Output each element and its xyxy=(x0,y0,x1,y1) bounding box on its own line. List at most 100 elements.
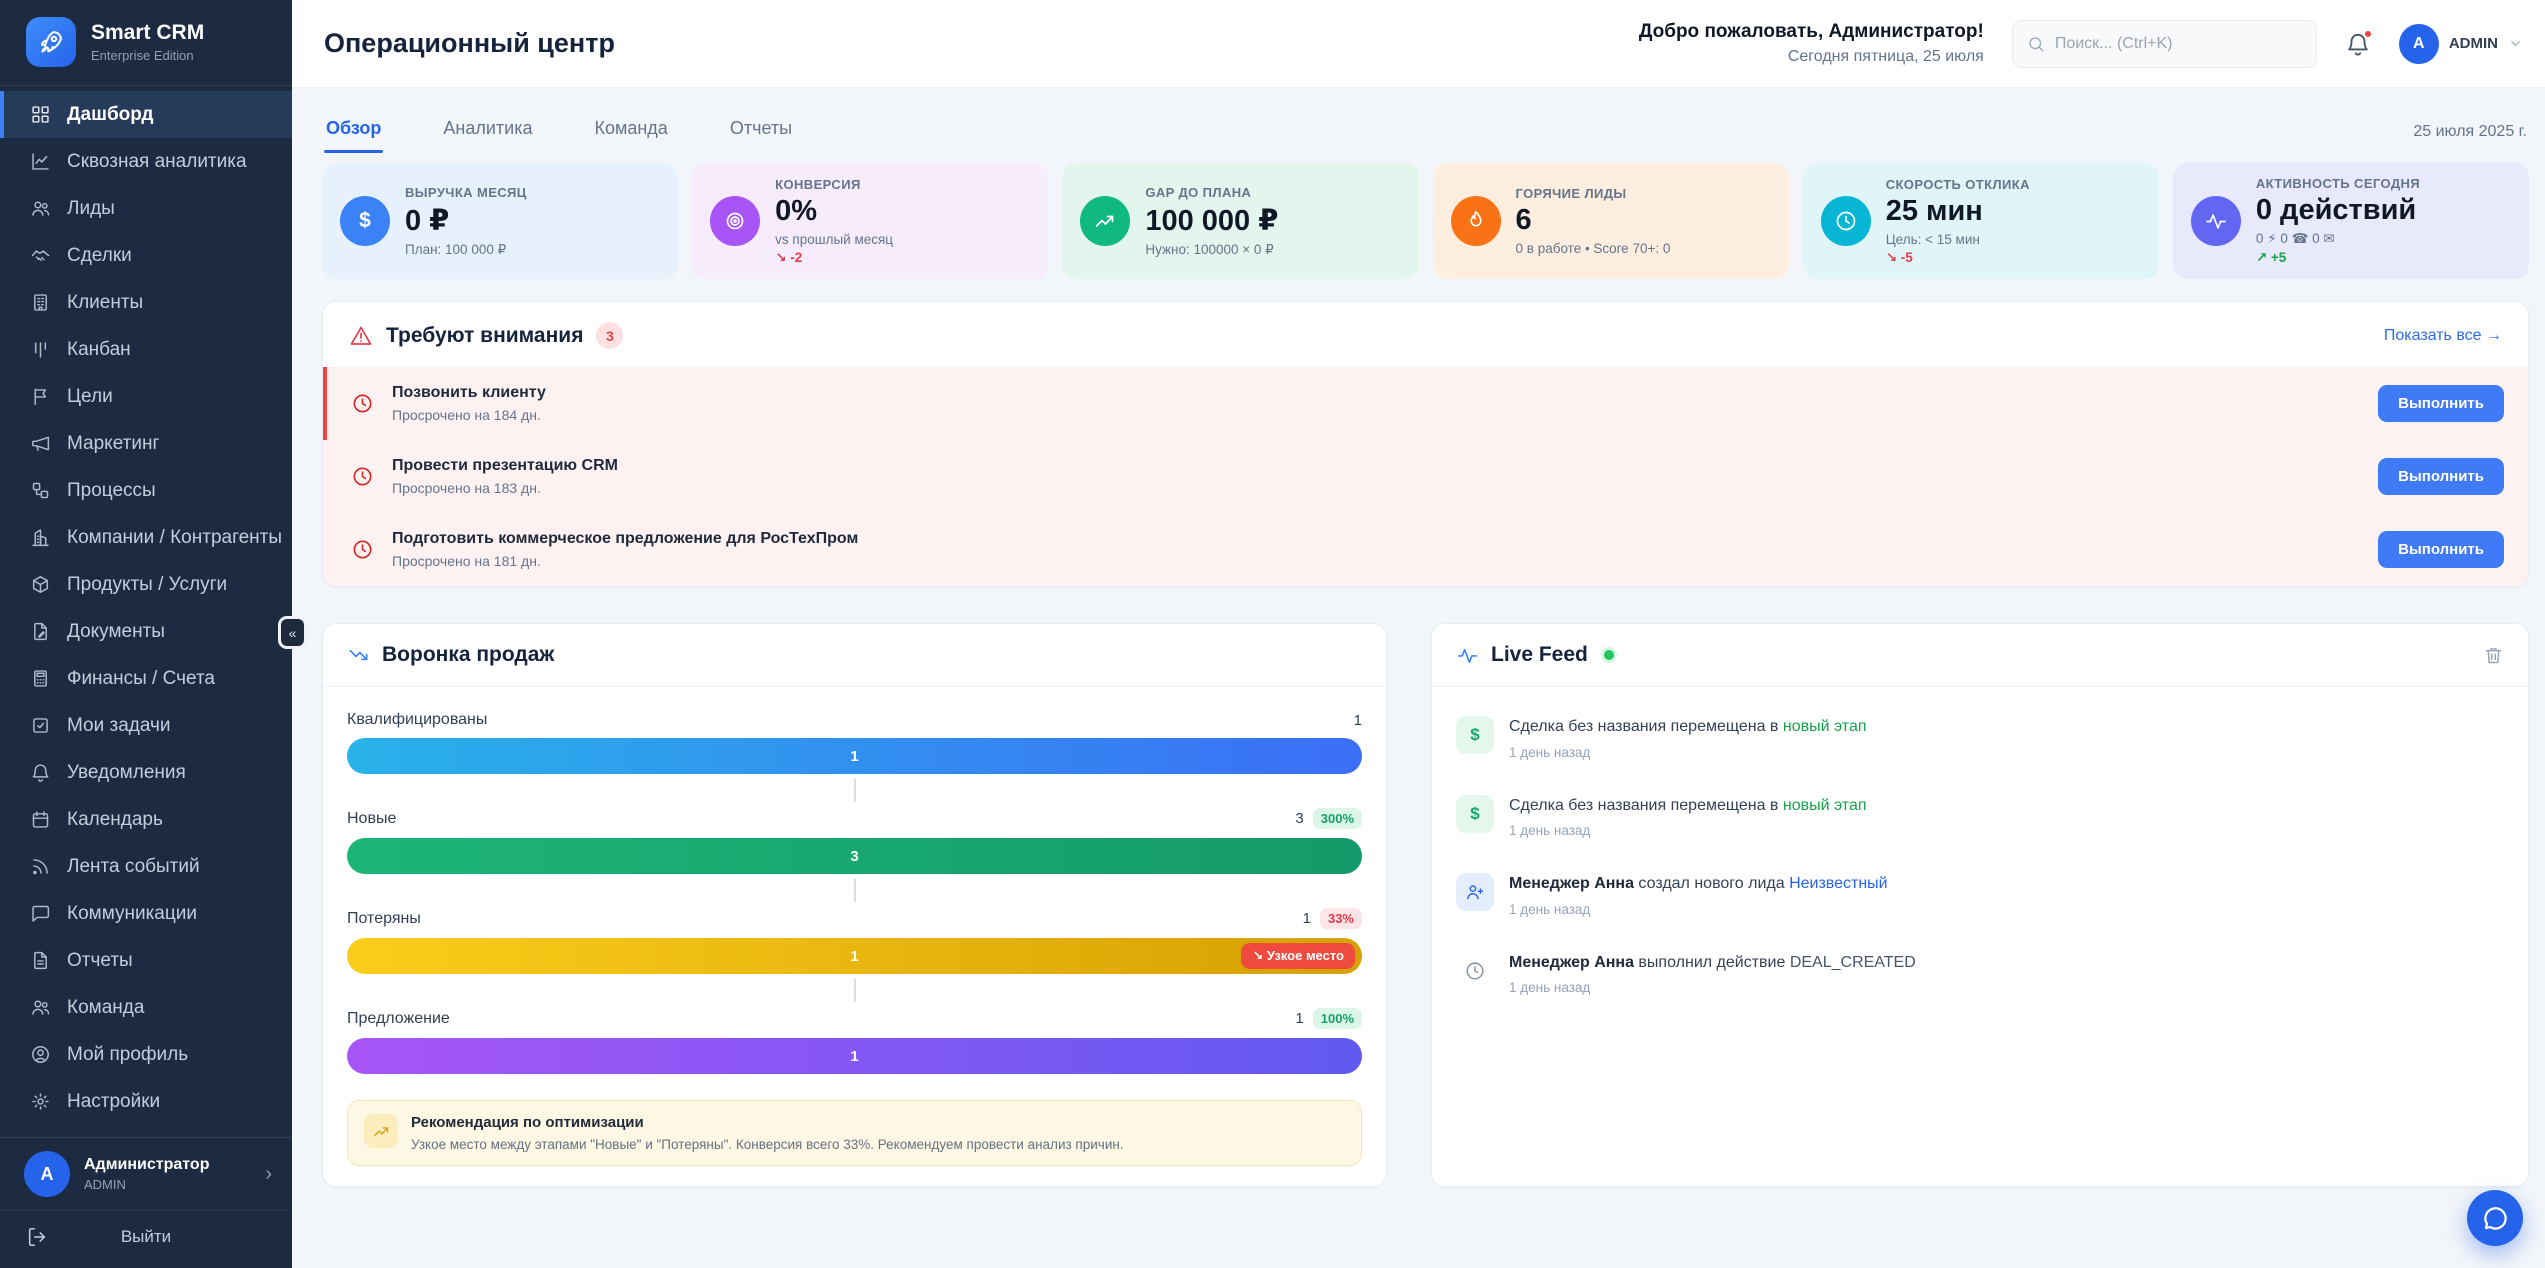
sales-funnel-panel: Воронка продаж Квалифицированы 1 1 Новые… xyxy=(322,623,1387,1187)
header: Операционный центр Добро пожаловать, Адм… xyxy=(292,0,2545,88)
funnel-bar-lost: 1 ↘ Узкое место xyxy=(347,938,1362,974)
conversion-badge: 300% xyxy=(1313,808,1362,829)
sidebar-user[interactable]: A Администратор ADMIN › xyxy=(0,1137,292,1210)
sidebar-item-processes[interactable]: Процессы xyxy=(0,467,292,514)
sidebar-item-goals[interactable]: Цели xyxy=(0,373,292,420)
stage-label: Квалифицированы xyxy=(347,711,487,729)
today-text: Сегодня пятница, 25 июля xyxy=(1639,48,1984,66)
clients-icon xyxy=(30,292,51,313)
sidebar-item-analytics[interactable]: Сквозная аналитика xyxy=(0,138,292,185)
stage-count: 1 xyxy=(1295,1010,1303,1027)
sidebar-item-profile[interactable]: Мой профиль xyxy=(0,1031,292,1078)
avatar: A xyxy=(24,1151,70,1197)
processes-icon xyxy=(30,480,51,501)
account-menu[interactable]: A ADMIN xyxy=(2399,24,2523,64)
funnel-bar-new: 3 xyxy=(347,838,1362,874)
flame-icon xyxy=(1451,196,1501,246)
search-input[interactable] xyxy=(2055,35,2302,53)
analytics-icon xyxy=(30,151,51,172)
feed-link[interactable]: Неизвестный xyxy=(1789,875,1888,892)
task-row: Подготовить коммерческое предложение для… xyxy=(323,513,2528,586)
sidebar-item-event-feed[interactable]: Лента событий xyxy=(0,843,292,890)
feed-link[interactable]: новый этап xyxy=(1783,797,1867,814)
sidebar-item-settings[interactable]: Настройки xyxy=(0,1078,292,1125)
kpi-cards: $ ВЫРУЧКА МЕСЯЦ 0 ₽ План: 100 000 ₽ КОНВ… xyxy=(322,163,2529,279)
tab-reports[interactable]: Отчеты xyxy=(728,110,794,153)
logout-label: Выйти xyxy=(48,1227,244,1247)
clock-icon xyxy=(351,392,374,415)
notifications-icon xyxy=(30,762,51,783)
sidebar-item-products[interactable]: Продукты / Услуги xyxy=(0,561,292,608)
complete-task-button[interactable]: Выполнить xyxy=(2378,531,2504,568)
tab-overview[interactable]: Обзор xyxy=(324,110,383,153)
sidebar-item-deals[interactable]: Сделки xyxy=(0,232,292,279)
sidebar-item-reports[interactable]: Отчеты xyxy=(0,937,292,984)
feed-link[interactable]: новый этап xyxy=(1783,718,1867,735)
feed-item: Менеджер Анна создал нового лида Неизвес… xyxy=(1456,862,2504,941)
stage-label: Предложение xyxy=(347,1010,450,1028)
trend-down: ↘ -2 xyxy=(775,250,893,266)
sidebar-item-notifications[interactable]: Уведомления xyxy=(0,749,292,796)
sidebar-item-calendar[interactable]: Календарь xyxy=(0,796,292,843)
sidebar-item-clients[interactable]: Клиенты xyxy=(0,279,292,326)
live-indicator xyxy=(1604,650,1614,660)
sidebar-item-kanban[interactable]: Канбан xyxy=(0,326,292,373)
logout-icon xyxy=(26,1226,48,1248)
content: Обзор Аналитика Команда Отчеты 25 июля 2… xyxy=(292,88,2545,1268)
feed-item: Менеджер Анна выполнил действие DEAL_CRE… xyxy=(1456,941,2504,1020)
tab-team[interactable]: Команда xyxy=(592,110,669,153)
notifications-button[interactable] xyxy=(2345,31,2371,57)
account-role-label: ADMIN xyxy=(2449,35,2498,52)
activity-icon xyxy=(2191,196,2241,246)
sidebar-item-leads[interactable]: Лиды xyxy=(0,185,292,232)
trend-up: ↗ +5 xyxy=(2256,250,2420,266)
user-role: ADMIN xyxy=(84,1177,209,1192)
kpi-card-conversion: КОНВЕРСИЯ 0% vs прошлый месяц ↘ -2 xyxy=(692,163,1048,279)
page-title: Операционный центр xyxy=(324,28,615,59)
complete-task-button[interactable]: Выполнить xyxy=(2378,385,2504,422)
complete-task-button[interactable]: Выполнить xyxy=(2378,458,2504,495)
sidebar-item-team[interactable]: Команда xyxy=(0,984,292,1031)
sidebar-item-communications[interactable]: Коммуникации xyxy=(0,890,292,937)
clock-icon xyxy=(1821,196,1871,246)
bottleneck-badge: ↘ Узкое место xyxy=(1241,943,1355,969)
target-icon xyxy=(710,196,760,246)
chat-button[interactable] xyxy=(2467,1190,2523,1246)
stage-label: Потеряны xyxy=(347,910,421,928)
funnel-bar-qualified: 1 xyxy=(347,738,1362,774)
dollar-icon: $ xyxy=(1456,795,1494,833)
tab-analytics[interactable]: Аналитика xyxy=(441,110,534,153)
sidebar-item-marketing[interactable]: Маркетинг xyxy=(0,420,292,467)
current-date: 25 июля 2025 г. xyxy=(2413,123,2527,141)
clear-feed-button[interactable] xyxy=(2483,645,2504,666)
funnel-title: Воронка продаж xyxy=(382,643,554,667)
sidebar-item-dashboard[interactable]: Дашборд xyxy=(0,91,292,138)
attention-title: Требуют внимания xyxy=(386,324,583,348)
sidebar: Smart CRM Enterprise Edition Дашборд Скв… xyxy=(0,0,292,1268)
search-icon xyxy=(2027,35,2045,53)
sidebar-item-documents[interactable]: Документы xyxy=(0,608,292,655)
trending-down-icon xyxy=(347,644,370,667)
stage-count: 1 xyxy=(1354,712,1362,729)
funnel-connector xyxy=(854,779,856,802)
kpi-card-response-speed: СКОРОСТЬ ОТКЛИКА 25 мин Цель: < 15 мин ↘… xyxy=(1803,163,2159,279)
show-all-link[interactable]: Показать все → xyxy=(2384,327,2502,345)
trend-down: ↘ -5 xyxy=(1886,250,2030,266)
logout-button[interactable]: Выйти xyxy=(0,1210,292,1268)
message-icon xyxy=(30,903,51,924)
sidebar-item-finance[interactable]: Финансы / Счета xyxy=(0,655,292,702)
sidebar-item-tasks[interactable]: Мои задачи xyxy=(0,702,292,749)
deals-icon xyxy=(30,245,51,266)
clock-icon xyxy=(351,465,374,488)
funnel-connector xyxy=(854,879,856,902)
user-plus-icon xyxy=(1456,873,1494,911)
chevron-right-icon: › xyxy=(265,1163,272,1186)
clock-icon xyxy=(1456,952,1494,990)
sidebar-item-companies[interactable]: Компании / Контрагенты xyxy=(0,514,292,561)
dollar-icon: $ xyxy=(340,196,390,246)
settings-icon xyxy=(30,1091,51,1112)
sidebar-collapse-button[interactable]: « xyxy=(278,616,307,649)
app-edition: Enterprise Edition xyxy=(91,48,204,63)
kanban-icon xyxy=(30,339,51,360)
user-name: Администратор xyxy=(84,1156,209,1174)
